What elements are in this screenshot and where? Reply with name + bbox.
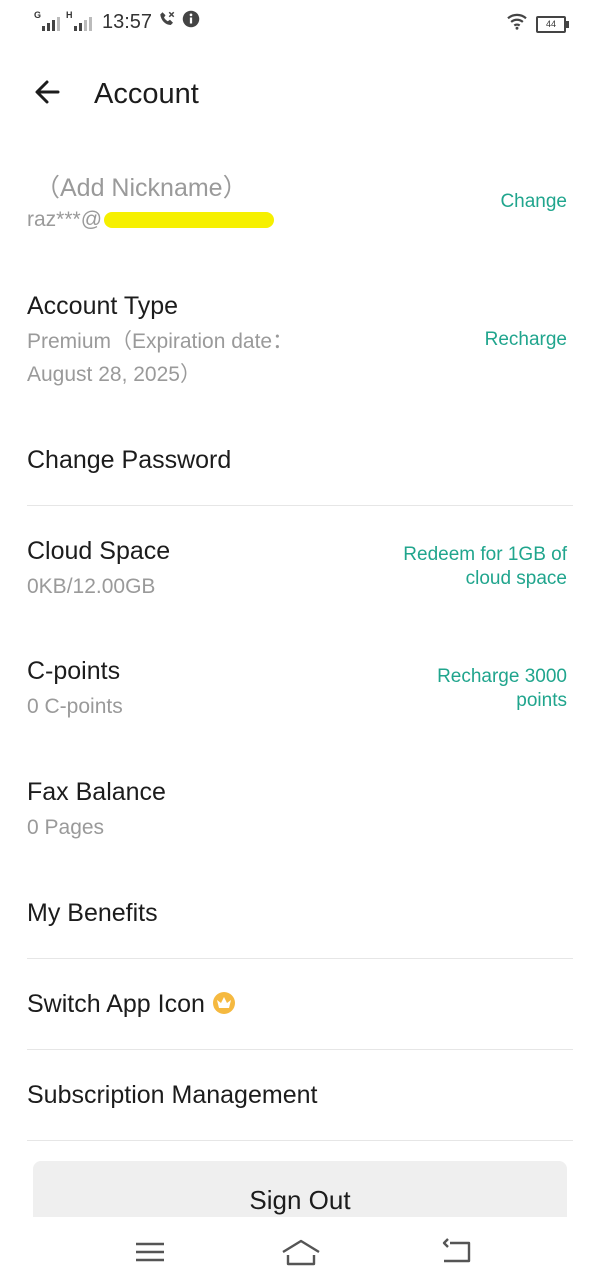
- switch-app-icon-row[interactable]: Switch App Icon: [27, 990, 573, 1019]
- back-nav-icon[interactable]: [438, 1237, 474, 1267]
- redeem-line1: Redeem for 1GB of: [403, 544, 567, 565]
- nickname-field[interactable]: （Add Nickname）: [35, 168, 573, 204]
- account-type-row: Account Type Premium（Expiration date： Au…: [27, 292, 573, 391]
- divider: [27, 1049, 573, 1050]
- my-benefits-label: My Benefits: [27, 899, 158, 927]
- recharge-points-line1: Recharge 3000: [437, 666, 567, 687]
- recharge-points-button[interactable]: Recharge 3000 points: [437, 665, 567, 713]
- signal-icon-2: H: [66, 10, 92, 31]
- recharge-button[interactable]: Recharge: [485, 328, 567, 352]
- account-type-label: Account Type: [27, 292, 179, 320]
- navigation-bar: [0, 1217, 600, 1287]
- sim1-network-type: G: [34, 10, 42, 20]
- change-nickname-button[interactable]: Change: [500, 190, 567, 214]
- wifi-icon: [506, 12, 528, 36]
- divider: [27, 505, 573, 506]
- subscription-management-label: Subscription Management: [27, 1081, 318, 1109]
- change-password-label: Change Password: [27, 446, 232, 474]
- account-email: raz***@: [27, 208, 573, 232]
- account-type-value-line2: August 28, 2025）: [27, 363, 201, 386]
- clock: 13:57: [102, 10, 153, 33]
- my-benefits-row[interactable]: My Benefits: [27, 899, 573, 928]
- profile-section: （Add Nickname） raz***@ Change: [27, 168, 573, 232]
- battery-level: 44: [545, 18, 556, 29]
- c-points-row: C-points 0 C-points Recharge 3000 points: [27, 657, 573, 723]
- divider: [27, 1140, 573, 1141]
- menu-icon[interactable]: [132, 1237, 168, 1267]
- email-prefix: raz***@: [27, 208, 103, 231]
- redeem-line2: cloud space: [465, 568, 567, 589]
- back-arrow-icon[interactable]: [30, 74, 66, 110]
- app-bar: Account: [0, 60, 600, 130]
- redaction-highlight: [104, 212, 275, 229]
- switch-app-icon-label: Switch App Icon: [27, 990, 573, 1019]
- cloud-space-row: Cloud Space 0KB/12.00GB Redeem for 1GB o…: [27, 537, 573, 603]
- home-icon[interactable]: [280, 1237, 322, 1267]
- sim2-network-type: H: [66, 10, 73, 20]
- subscription-management-row[interactable]: Subscription Management: [27, 1081, 573, 1110]
- change-password-row[interactable]: Change Password: [27, 446, 573, 475]
- recharge-points-line2: points: [516, 690, 567, 711]
- fax-balance-label: Fax Balance: [27, 778, 166, 806]
- switch-app-icon-text: Switch App Icon: [27, 990, 205, 1018]
- divider: [27, 958, 573, 959]
- fax-balance-value: 0 Pages: [27, 816, 105, 839]
- fax-balance-row: Fax Balance 0 Pages: [27, 778, 573, 844]
- crown-icon: [212, 992, 235, 1015]
- battery-icon: 44: [536, 15, 569, 33]
- signal-icon: G: [34, 10, 60, 31]
- info-icon: [182, 10, 200, 34]
- redeem-cloud-space-button[interactable]: Redeem for 1GB of cloud space: [403, 543, 567, 591]
- status-bar: G H 13:57 44: [0, 0, 600, 46]
- call-icon: [158, 10, 176, 34]
- page-title: Account: [94, 78, 199, 110]
